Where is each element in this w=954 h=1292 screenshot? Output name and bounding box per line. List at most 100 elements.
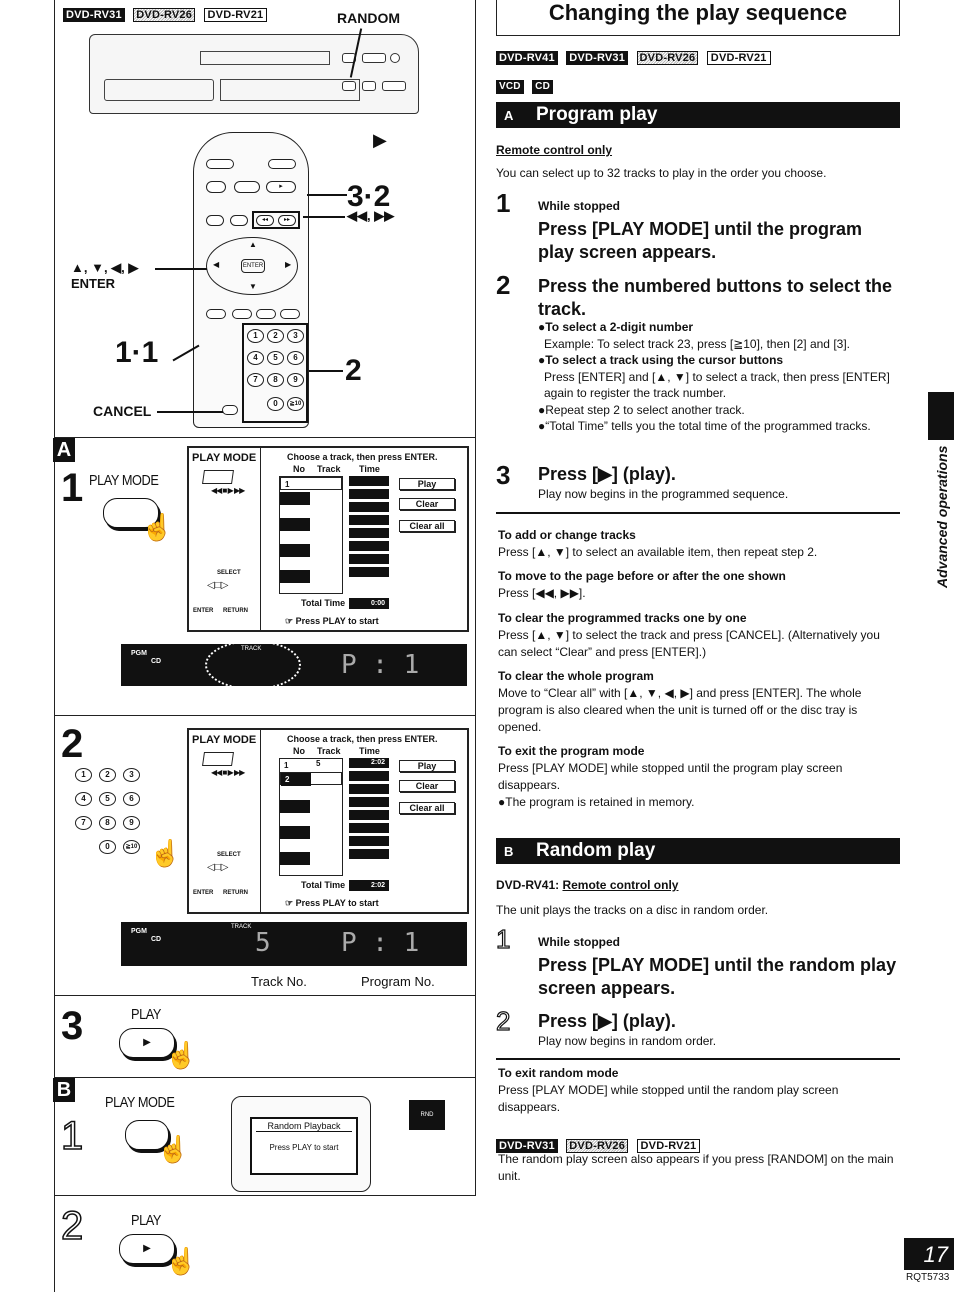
pgm-indicator: PGM bbox=[131, 928, 147, 935]
button-label: PLAY bbox=[131, 1212, 161, 1229]
right-arrow-icon: ▶ bbox=[285, 260, 292, 269]
tip-heading: To move to the page before or after the … bbox=[498, 569, 786, 583]
remote-only-note: Remote control only bbox=[562, 878, 679, 892]
tip-heading: To clear the programmed tracks one by on… bbox=[498, 611, 747, 625]
deck-icon bbox=[202, 470, 234, 484]
program-number bbox=[280, 800, 310, 813]
callout-line bbox=[303, 216, 345, 218]
disc-badge: CD bbox=[532, 80, 554, 94]
step-heading: Press [PLAY MODE] until the program play… bbox=[538, 219, 863, 262]
step-number: 1 bbox=[496, 188, 511, 218]
section-letter: B bbox=[504, 844, 514, 859]
step-condition: While stopped bbox=[538, 935, 620, 949]
disc-badges: VCD CD bbox=[496, 76, 557, 94]
model-badge: DVD-RV31 bbox=[566, 51, 629, 65]
play-button: ▸ bbox=[266, 181, 296, 193]
callout-line bbox=[309, 370, 343, 372]
step-heading: Press [▶] (play). bbox=[538, 1011, 676, 1031]
number-key: ≧10 bbox=[123, 840, 140, 854]
press-play-text: Press PLAY to start bbox=[295, 898, 379, 908]
screen-clear-button: Clear bbox=[399, 498, 455, 510]
section-b-step-1: B PLAY MODE 1 ☝ Random Playback Press PL… bbox=[53, 1078, 476, 1196]
illustration-column: DVD-RV31 DVD-RV26 DVD-RV21 RANDOM ▶ ▸ ◂◂… bbox=[53, 0, 476, 1292]
number-key: 9 bbox=[123, 816, 140, 830]
callout-step-2: 2 bbox=[345, 354, 362, 387]
callout-enter: ENTER bbox=[71, 276, 116, 291]
step-number: 2 bbox=[61, 722, 84, 766]
random-remote-note: DVD-RV41: Remote control only bbox=[496, 877, 900, 894]
time-cell bbox=[349, 489, 389, 499]
model-badge: DVD-RV21 bbox=[203, 8, 268, 22]
tip-body: Press [PLAY MODE] while stopped until th… bbox=[498, 761, 843, 792]
unit-button bbox=[362, 53, 386, 63]
time-cell bbox=[349, 771, 389, 781]
program-row bbox=[280, 800, 342, 813]
step-number: 1 bbox=[495, 924, 511, 954]
program-number bbox=[280, 570, 310, 583]
play-icon: ▶ bbox=[373, 130, 387, 150]
tip-body: Press [▲, ▼] to select an available item… bbox=[498, 545, 818, 559]
button-label: PLAY bbox=[131, 1006, 161, 1023]
model-badges: DVD-RV41 DVD-RV31 DVD-RV26 DVD-RV21 bbox=[496, 48, 775, 66]
screen-clear-button: Clear bbox=[399, 780, 455, 792]
press-play-hint: ☞ Press PLAY to start bbox=[285, 616, 379, 626]
dvd-player-unit bbox=[89, 34, 419, 114]
step-subtext: Play now begins in the programmed sequen… bbox=[538, 487, 789, 501]
number-key: 2 bbox=[99, 768, 116, 782]
rewind-button: ◂◂ bbox=[256, 215, 274, 226]
section-heading: Program play bbox=[536, 104, 658, 125]
screen-title: PLAY MODE bbox=[192, 452, 257, 464]
button-label: PLAY MODE bbox=[89, 472, 159, 489]
time-cell bbox=[349, 797, 389, 807]
tip-bullet: ●The program is retained in memory. bbox=[498, 795, 695, 809]
time-cell bbox=[349, 784, 389, 794]
total-time-value: 0:00 bbox=[349, 598, 389, 609]
fast-forward-button: ▸▸ bbox=[278, 215, 296, 226]
time-cell bbox=[349, 502, 389, 512]
time-cell bbox=[349, 515, 389, 525]
callout-cursor: ▲, ▼, ◀, ▶ bbox=[71, 260, 139, 275]
return-label: RETURN bbox=[223, 608, 248, 614]
program-row bbox=[280, 852, 342, 865]
rnd-indicator: RND bbox=[409, 1100, 445, 1130]
pause-button bbox=[234, 181, 260, 193]
step-subtext: Play now begins in random order. bbox=[538, 1034, 717, 1048]
unit-button bbox=[342, 81, 356, 91]
cd-indicator: CD bbox=[151, 658, 162, 665]
angle-button bbox=[280, 309, 300, 319]
total-time-label: Total Time bbox=[301, 598, 346, 608]
tip-body: Press [◀◀, ▶▶]. bbox=[498, 586, 586, 600]
program-number bbox=[280, 492, 310, 505]
time-cell bbox=[349, 541, 389, 551]
random-dialog: Random Playback Press PLAY to start bbox=[250, 1117, 358, 1175]
number-key: 7 bbox=[75, 816, 92, 830]
bullet-item: ●“Total Time” tells you the total time o… bbox=[538, 419, 871, 433]
program-list: 1 bbox=[279, 476, 343, 594]
step-heading: Press [PLAY MODE] until the random play … bbox=[538, 955, 897, 998]
program-number bbox=[280, 518, 310, 531]
track-digit-display: 5 bbox=[255, 928, 271, 958]
time-column: 2:02 bbox=[349, 758, 389, 862]
button-label: PLAY MODE bbox=[105, 1094, 175, 1111]
tip-heading: To add or change tracks bbox=[498, 528, 636, 542]
number-key: 4 bbox=[75, 792, 92, 806]
unit-button bbox=[362, 81, 376, 91]
bullet-body: Press [ENTER] and [▲, ▼] to select a tra… bbox=[544, 369, 890, 401]
program-number: 1 bbox=[285, 480, 290, 489]
step-heading: Press the numbered buttons to select the… bbox=[538, 276, 893, 319]
subtitle-button bbox=[232, 309, 252, 319]
pointing-hand-icon: ☝ bbox=[157, 1134, 190, 1164]
display-window bbox=[200, 51, 330, 65]
transport-icons: ◀◀ ■ ▶ ▶▶ bbox=[211, 486, 245, 495]
step-heading: Press [▶] (play). bbox=[538, 464, 676, 484]
power-button bbox=[206, 159, 234, 169]
section-letter: A bbox=[53, 438, 75, 462]
bullet-heading: ●To select a track using the cursor butt… bbox=[538, 353, 784, 367]
step-number: 3 bbox=[496, 460, 511, 490]
program-number bbox=[280, 544, 310, 557]
pointing-hand-icon: ☝ bbox=[165, 1246, 198, 1276]
tip-body: Press [PLAY MODE] while stopped until th… bbox=[498, 1083, 839, 1114]
program-row bbox=[280, 826, 342, 839]
segment-display: P : 1 bbox=[341, 650, 420, 680]
screen-play-button: Play bbox=[399, 760, 455, 772]
